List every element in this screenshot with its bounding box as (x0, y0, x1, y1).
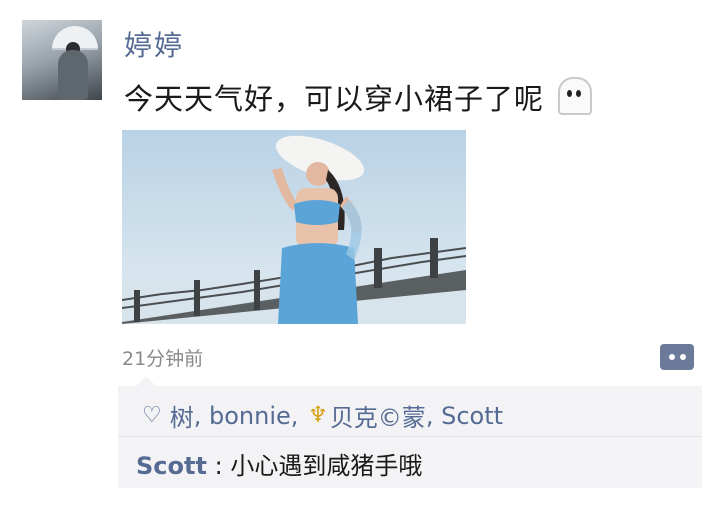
like-separator: , (425, 401, 434, 430)
like-separator: , (290, 401, 299, 430)
comment-text: 小心遇到咸猪手哦 (230, 452, 423, 480)
dot-icon (668, 354, 675, 360)
ghost-icon (558, 77, 593, 115)
post-text-row: 今天天气好，可以穿小裙子了呢 (124, 76, 593, 118)
post-timestamp: 21分钟前 (122, 348, 204, 370)
post-photo[interactable] (122, 130, 466, 324)
comment-item[interactable]: Scott : 小心遇到咸猪手哦 (136, 446, 422, 481)
trident-icon: ♆ (308, 403, 328, 428)
comment-author[interactable]: Scott (136, 452, 207, 480)
like-separator: , (193, 401, 202, 430)
author-name[interactable]: 婷婷 (124, 24, 184, 64)
avatar-figure (58, 50, 88, 100)
dot-icon (679, 354, 686, 360)
heart-outline-icon: ♡ (142, 403, 162, 428)
like-name[interactable]: bonnie (209, 402, 291, 430)
panel-divider (118, 436, 702, 437)
like-name[interactable]: Scott (441, 402, 503, 430)
like-name[interactable]: 树 (170, 398, 194, 433)
photo-illustration (122, 135, 466, 324)
like-name[interactable]: 贝克©蒙 (330, 398, 426, 433)
author-avatar[interactable] (22, 20, 102, 100)
likes-row: ♡ 树, bonnie, ♆ 贝克©蒙, Scott (142, 398, 503, 433)
comment-separator: : (214, 452, 223, 480)
interaction-panel: ♡ 树, bonnie, ♆ 贝克©蒙, Scott Scott : 小心遇到咸猪… (118, 376, 702, 488)
post-text: 今天天气好，可以穿小裙子了呢 (124, 82, 545, 116)
comment-action-button[interactable] (660, 344, 694, 370)
